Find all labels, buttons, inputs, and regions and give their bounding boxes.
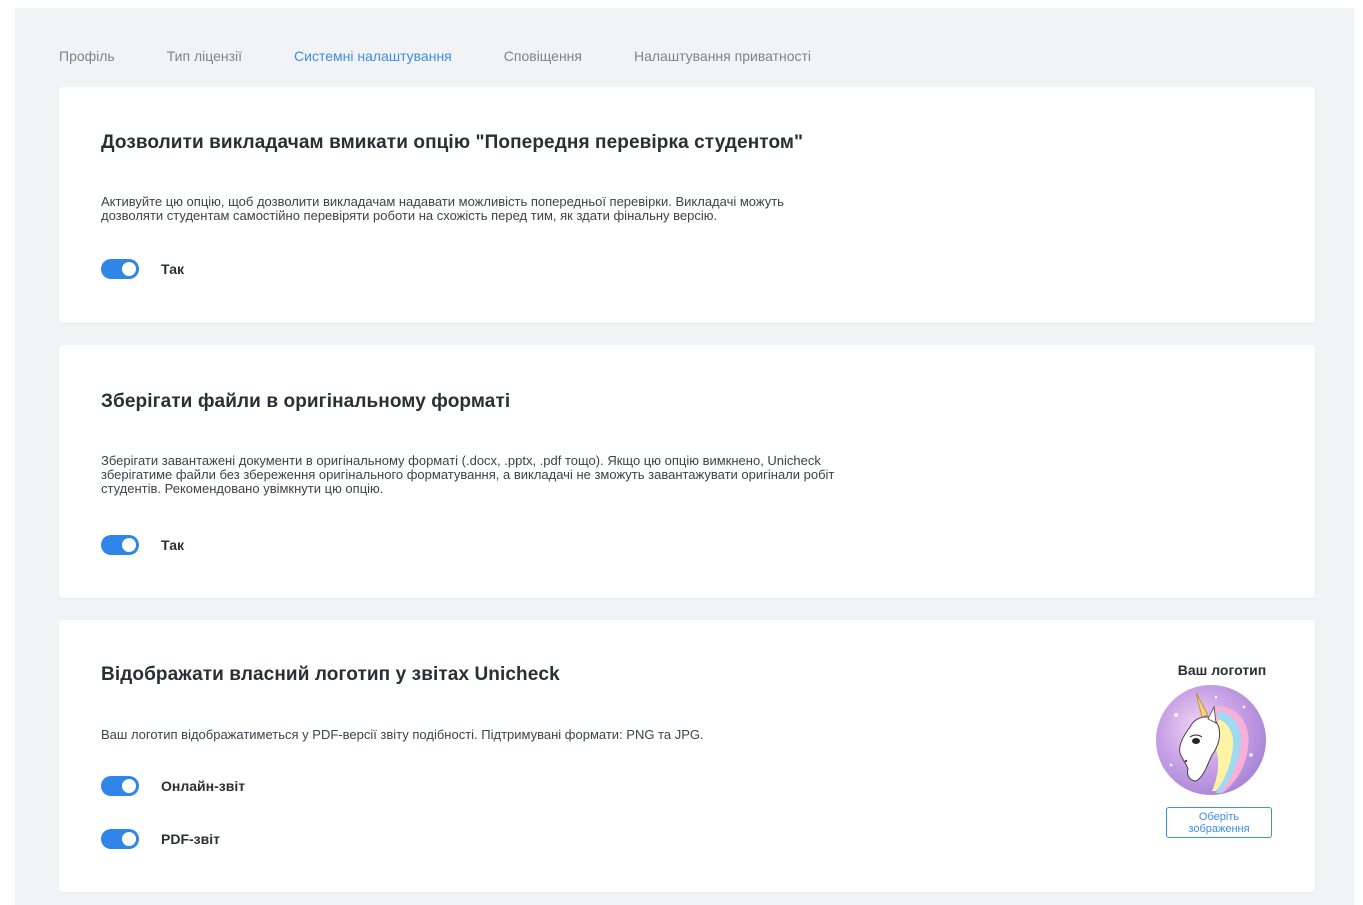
choose-image-button[interactable]: Оберіть зображення — [1166, 807, 1272, 838]
online-report-toggle-row: Онлайн-звіт — [101, 776, 245, 796]
tab-privacy-settings[interactable]: Налаштування приватності — [634, 48, 811, 68]
tab-license-type[interactable]: Тип ліцензії — [167, 48, 242, 68]
custom-logo-card: Відображати власний логотип у звітах Uni… — [59, 620, 1315, 892]
toggle-knob — [122, 538, 136, 552]
original-format-card: Зберігати файли в оригінальному форматі … — [59, 345, 1315, 598]
original-format-description-line2: зберігатиме файли без збереження оригіна… — [101, 467, 835, 482]
toggle-knob — [122, 832, 136, 846]
pre-check-description-line1: Активуйте цю опцію, щоб дозволити виклад… — [101, 194, 784, 209]
pdf-report-label: PDF-звіт — [161, 831, 220, 847]
settings-tabs: Профіль Тип ліцензії Системні налаштуван… — [59, 48, 811, 68]
pre-check-toggle-label: Так — [161, 261, 184, 277]
original-format-description: Зберігати завантажені документи в оригін… — [101, 454, 834, 496]
toggle-knob — [122, 779, 136, 793]
tab-profile[interactable]: Профіль — [59, 48, 115, 68]
pre-check-description: Активуйте цю опцію, щоб дозволити виклад… — [101, 195, 784, 223]
original-format-description-line3: студентів. Рекомендовано увімкнути цю оп… — [101, 481, 384, 496]
online-report-toggle[interactable] — [101, 776, 139, 796]
pre-check-card: Дозволити викладачам вмикати опцію "Попе… — [59, 87, 1315, 323]
toggle-knob — [122, 262, 136, 276]
logo-preview-image — [1156, 685, 1266, 795]
original-format-title: Зберігати файли в оригінальному форматі — [101, 391, 511, 412]
custom-logo-description: Ваш логотип відображатиметься у PDF-верс… — [101, 727, 704, 742]
logo-title: Ваш логотип — [1177, 662, 1267, 678]
tab-notifications[interactable]: Сповіщення — [504, 48, 582, 68]
original-format-toggle-label: Так — [161, 537, 184, 553]
settings-page: Профіль Тип ліцензії Системні налаштуван… — [15, 8, 1354, 905]
custom-logo-title: Відображати власний логотип у звітах Uni… — [101, 664, 560, 685]
original-format-toggle[interactable] — [101, 535, 139, 555]
tab-system-settings[interactable]: Системні налаштування — [294, 48, 452, 68]
original-format-description-line1: Зберігати завантажені документи в оригін… — [101, 453, 821, 468]
pre-check-title: Дозволити викладачам вмикати опцію "Попе… — [101, 132, 804, 153]
pre-check-toggle[interactable] — [101, 259, 139, 279]
pdf-report-toggle[interactable] — [101, 829, 139, 849]
pdf-report-toggle-row: PDF-звіт — [101, 829, 220, 849]
original-format-toggle-row: Так — [101, 535, 184, 555]
online-report-label: Онлайн-звіт — [161, 778, 246, 794]
pre-check-toggle-row: Так — [101, 259, 184, 279]
pre-check-description-line2: дозволяти студентам самостійно перевірят… — [101, 208, 718, 223]
